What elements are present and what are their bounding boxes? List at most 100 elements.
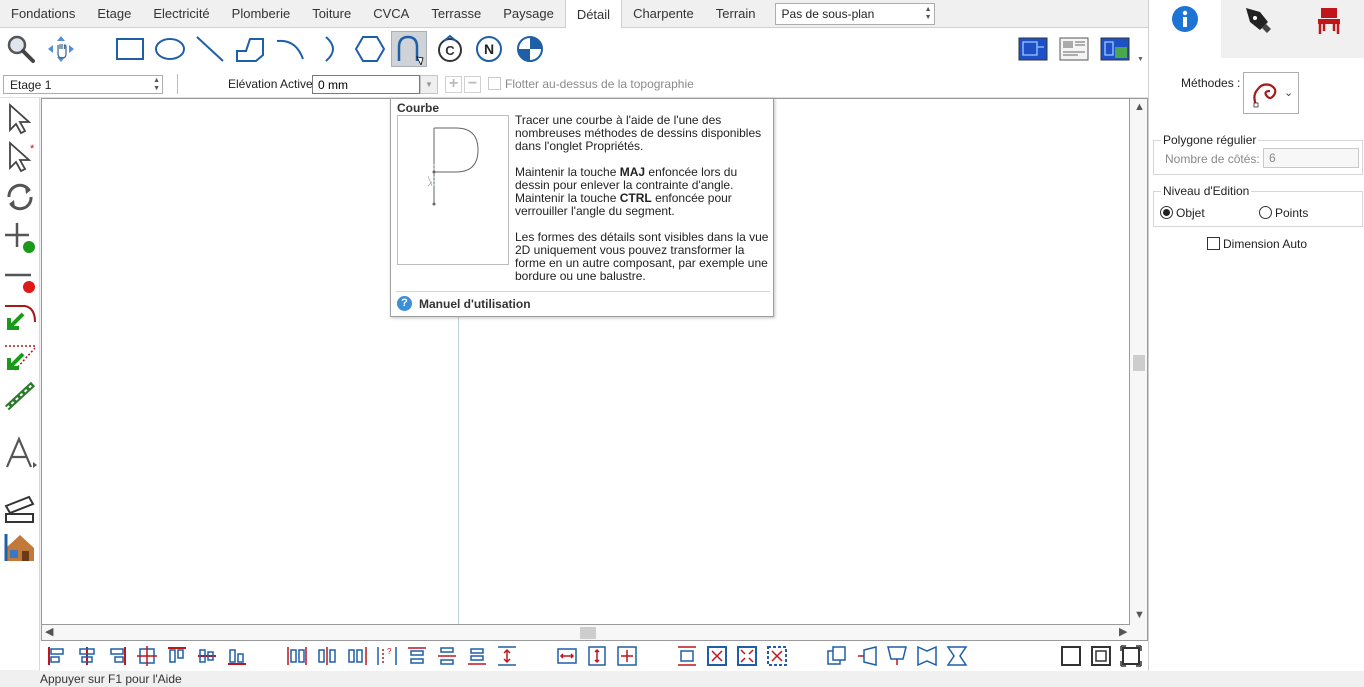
tab-info[interactable] [1149, 0, 1221, 58]
distribute-h-left-button[interactable] [286, 645, 308, 667]
add-point-tool[interactable] [2, 218, 38, 256]
taper-left-button[interactable] [856, 645, 878, 667]
curve-preview-icon [427, 127, 479, 206]
sides-input[interactable] [1263, 148, 1359, 168]
copy-icon [827, 646, 846, 665]
scroll-right-icon[interactable]: ▶ [1119, 625, 1127, 638]
tab-pen[interactable] [1221, 0, 1293, 58]
object-radio[interactable] [1160, 206, 1173, 219]
house-icon [4, 534, 34, 561]
home-view-tool[interactable] [2, 528, 38, 566]
distribute-v-spacing-button[interactable] [496, 645, 518, 667]
scroll-left-icon[interactable]: ◀ [45, 625, 53, 638]
delete-point-tool[interactable] [2, 258, 38, 296]
zoom-tool[interactable] [2, 31, 38, 67]
subplan-select[interactable]: Pas de sous-plan ▲ ▼ [774, 2, 935, 25]
tab-charpente[interactable]: Charpente [622, 0, 705, 27]
stretch-all-button[interactable] [706, 645, 728, 667]
horizontal-scrollbar[interactable]: ◀ ▶ [41, 625, 1148, 641]
distribute-h-right-button[interactable] [346, 645, 368, 667]
tab-furniture[interactable] [1293, 0, 1364, 58]
align-right-button[interactable] [106, 645, 128, 667]
methods-dropdown[interactable]: ⌄ [1243, 72, 1299, 114]
horizontal-scroll-thumb[interactable] [580, 627, 596, 639]
distribute-v-center-button[interactable] [436, 645, 458, 667]
taper-both-button[interactable] [916, 645, 938, 667]
copy-transform-button[interactable] [826, 645, 848, 667]
vertical-scrollbar[interactable]: ▲ ▼ [1130, 98, 1148, 625]
picture-view-button[interactable] [1096, 31, 1134, 67]
distribute-v-top-button[interactable] [406, 645, 428, 667]
align-top-button[interactable] [166, 645, 188, 667]
match-height-button[interactable] [586, 645, 608, 667]
dimension-auto-checkbox[interactable] [1207, 237, 1220, 250]
distribute-v-bottom-button[interactable] [466, 645, 488, 667]
distribute-icon [318, 647, 336, 665]
select-points-tool[interactable]: * [2, 138, 38, 176]
tab-plomberie[interactable]: Plomberie [221, 0, 302, 27]
distribute-spacing-button[interactable]: ? [376, 645, 398, 667]
frame-inset-button[interactable] [1090, 645, 1112, 667]
align-middle-button[interactable] [136, 645, 158, 667]
polygon-tool[interactable] [352, 31, 388, 67]
tab-terrain[interactable]: Terrain [705, 0, 767, 27]
tab-toiture[interactable]: Toiture [301, 0, 362, 27]
float-topography-checkbox[interactable] [488, 77, 501, 90]
line-icon [196, 36, 224, 62]
plan-view-button[interactable] [1014, 31, 1052, 67]
line-tool[interactable] [192, 31, 228, 67]
north-tool[interactable]: N [471, 31, 507, 67]
align-center-button[interactable] [76, 645, 98, 667]
user-manual-link[interactable]: Manuel d'utilisation [419, 297, 531, 311]
match-size-button[interactable] [616, 645, 638, 667]
hourglass-button[interactable] [946, 645, 968, 667]
frame-button[interactable] [1060, 645, 1082, 667]
shrink-all-button[interactable] [736, 645, 758, 667]
taper-top-button[interactable] [886, 645, 908, 667]
vertical-scroll-thumb[interactable] [1133, 355, 1145, 371]
points-radio[interactable] [1259, 206, 1272, 219]
remove-level-button[interactable]: − [464, 76, 481, 93]
align-bottom-button[interactable] [226, 645, 248, 667]
layout-view-button[interactable] [1055, 31, 1093, 67]
trim-tool[interactable] [2, 298, 38, 336]
half-arc-tool[interactable] [312, 31, 348, 67]
tab-electricite[interactable]: Electricité [142, 0, 220, 27]
elevation-dropdown-button[interactable]: ▼ [420, 75, 438, 94]
scene-tool[interactable] [2, 490, 38, 528]
overflow-chevron-icon[interactable]: ▼ [1137, 56, 1144, 63]
pan-tool[interactable] [43, 31, 79, 67]
frame-corners-button[interactable] [1120, 645, 1142, 667]
arc-tool[interactable] [272, 31, 308, 67]
chain-tool[interactable] [2, 378, 38, 416]
tab-cvca[interactable]: CVCA [362, 0, 420, 27]
align-vcenter-button[interactable] [196, 645, 218, 667]
copyright-tool[interactable]: C [432, 31, 468, 67]
curve-tool[interactable] [391, 31, 427, 67]
match-width-button[interactable] [556, 645, 578, 667]
object-radio-label: Objet [1176, 206, 1205, 220]
ellipse-tool[interactable] [152, 31, 188, 67]
rectangle-tool[interactable] [112, 31, 148, 67]
align-left-button[interactable] [46, 645, 68, 667]
edit-level-title: Niveau d'Edition [1161, 184, 1252, 198]
select-tool[interactable] [2, 100, 38, 138]
expand-all-button[interactable] [766, 645, 788, 667]
quadrant-tool[interactable] [512, 31, 548, 67]
level-select[interactable]: Etage 1 ▲ ▼ [3, 75, 163, 94]
extend-tool[interactable] [2, 338, 38, 376]
stretch-height-button[interactable] [676, 645, 698, 667]
tab-etage[interactable]: Etage [86, 0, 142, 27]
scroll-down-icon[interactable]: ▼ [1134, 609, 1145, 621]
distribute-h-center-button[interactable] [316, 645, 338, 667]
add-level-button[interactable]: + [445, 76, 462, 93]
tab-detail[interactable]: Détail [564, 0, 623, 28]
polyline-tool[interactable] [232, 31, 268, 67]
tab-terrasse[interactable]: Terrasse [420, 0, 492, 27]
tab-paysage[interactable]: Paysage [492, 0, 565, 27]
text-tool[interactable] [2, 434, 38, 472]
rotate-tool[interactable] [2, 178, 38, 216]
elevation-input[interactable] [312, 75, 420, 94]
scroll-up-icon[interactable]: ▲ [1134, 101, 1145, 113]
tab-fondations[interactable]: Fondations [0, 0, 86, 27]
